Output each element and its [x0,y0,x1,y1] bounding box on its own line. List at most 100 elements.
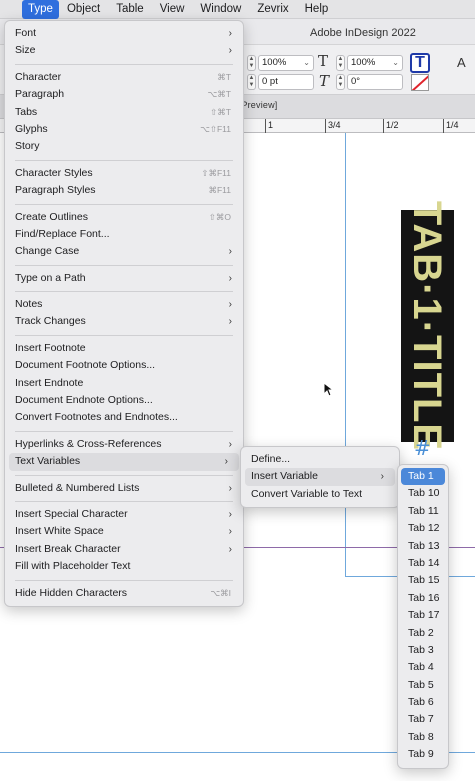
menu-item-label: Paragraph Styles [15,184,96,197]
menu-item-label: Font [15,27,37,39]
menubar-help[interactable]: Help [297,0,337,19]
menubar-window[interactable]: Window [192,0,249,19]
menu-item-glyphs[interactable]: Glyphs ⌥⇧F11 [5,121,243,138]
menu-item-label: Document Footnote Options... [15,359,156,372]
baseline-shift-field[interactable]: 0 pt [258,74,314,90]
column-guide [345,133,346,577]
menu-item-label: Convert Footnotes and Endnotes... [15,411,178,424]
menu-item-document-endnote-options[interactable]: Document Endnote Options... [5,392,243,409]
menu-separator [15,159,233,161]
menu-item-create-outlines[interactable]: Create Outlines ⇧⌘O [5,209,243,226]
menu-item-insert-white-space[interactable]: Insert White Space › [5,523,243,540]
variable-item-tab-5[interactable]: Tab 5 [398,677,448,694]
menu-item-notes[interactable]: Notes › [5,296,243,313]
fill-text-button[interactable]: T [410,53,430,73]
menu-item-label: Track Changes [15,315,86,328]
variable-item-tab-1[interactable]: Tab 1 [401,468,445,486]
menu-item-convert-footnotes-and-endnotes[interactable]: Convert Footnotes and Endnotes... [5,409,243,426]
menu-separator [15,334,233,336]
menu-item-label: Define... [251,453,291,465]
horizontal-scale-field[interactable]: 100% ⌄ [258,55,314,71]
menu-item-insert-endnote[interactable]: Insert Endnote [5,375,243,392]
menu-item-find-replace-font[interactable]: Find/Replace Font... [5,226,243,243]
skew-stepper[interactable]: ▲ ▼ [336,74,345,90]
apple-menu-icon[interactable] [0,0,16,19]
scale-y-stepper[interactable]: ▲ ▼ [336,55,345,71]
shortcut-hint: ⇧⌘F11 [201,167,231,178]
menu-item-character-styles[interactable]: Character Styles ⇧⌘F11 [5,165,243,182]
menubar-object[interactable]: Object [59,0,108,19]
menu-item-fill-with-placeholder-text[interactable]: Fill with Placeholder Text [5,558,243,575]
menu-item-character[interactable]: Character ⌘T [5,69,243,86]
ruler-label: 1 [268,120,274,130]
menu-item-text-variables[interactable]: Text Variables › [9,453,239,471]
menu-item-bulleted-numbered-lists[interactable]: Bulleted & Numbered Lists › [5,480,243,497]
variable-item-tab-3[interactable]: Tab 3 [398,642,448,659]
stroke-none-swatch[interactable] [411,74,429,91]
text-variables-submenu: Define... Insert Variable › Convert Variabl… [240,446,400,509]
variable-item-tab-4[interactable]: Tab 4 [398,659,448,676]
skew-field[interactable]: 0° [347,74,403,90]
shortcut-hint: ⌘T [217,71,231,82]
variable-item-tab-15[interactable]: Tab 15 [398,572,448,589]
menu-item-hyperlinks-cross-references[interactable]: Hyperlinks & Cross-References › [5,436,243,453]
submenu-arrow-icon: › [228,543,232,555]
menu-item-convert-variable-to-text[interactable]: Convert Variable to Text [241,486,399,503]
variable-item-tab-13[interactable]: Tab 13 [398,538,448,555]
menubar-view[interactable]: View [152,0,193,19]
shortcut-hint: ⌥⇧F11 [200,123,231,134]
variable-item-tab-11[interactable]: Tab 11 [398,503,448,520]
menu-item-label: Size [15,44,36,57]
shortcut-hint: ⇧⌘O [208,211,231,222]
vertical-scale-field[interactable]: 100% ⌄ [347,55,403,71]
menu-separator [15,203,233,205]
menu-item-type-on-a-path[interactable]: Type on a Path › [5,270,243,287]
menu-item-label: Create Outlines [15,210,88,223]
vertical-scale-icon: T [318,52,329,70]
variable-item-tab-6[interactable]: Tab 6 [398,694,448,711]
menu-item-paragraph[interactable]: Paragraph ⌥⌘T [5,86,243,103]
baseline-stepper[interactable]: ▲ ▼ [247,74,256,90]
menu-item-label: Character [15,70,62,83]
menu-item-label: Change Case [15,245,80,258]
menu-item-label: Glyphs [15,122,48,135]
menu-item-insert-variable[interactable]: Insert Variable › [245,468,395,486]
menu-item-label: Tabs [15,105,38,118]
ruler-label: 1/2 [386,120,399,130]
menu-item-hide-hidden-characters[interactable]: Hide Hidden Characters ⌥⌘I [5,585,243,602]
menu-item-size[interactable]: Size › [5,42,243,59]
menu-item-label: Insert Special Character [15,507,128,520]
menu-item-insert-break-character[interactable]: Insert Break Character › [5,541,243,558]
menu-item-insert-special-character[interactable]: Insert Special Character › [5,506,243,523]
variable-item-tab-2[interactable]: Tab 2 [398,625,448,642]
menu-item-label: Insert Break Character [15,542,121,555]
menubar-table[interactable]: Table [108,0,152,19]
menu-item-document-footnote-options[interactable]: Document Footnote Options... [5,357,243,374]
submenu-arrow-icon: › [228,316,232,328]
menu-separator [15,63,233,65]
menu-item-change-case[interactable]: Change Case › [5,243,243,260]
menu-item-tabs[interactable]: Tabs ⇧⌘T [5,104,243,121]
menubar-type[interactable]: Type [22,0,59,19]
variable-item-tab-14[interactable]: Tab 14 [398,555,448,572]
menu-item-define[interactable]: Define... [241,451,399,468]
submenu-arrow-icon: › [380,471,384,483]
variable-item-tab-17[interactable]: Tab 17 [398,607,448,624]
menu-item-track-changes[interactable]: Track Changes › [5,313,243,330]
menu-bar: Type Object Table View Window Zevrix Help [0,0,475,19]
variable-item-tab-8[interactable]: Tab 8 [398,729,448,746]
variable-item-tab-9[interactable]: Tab 9 [398,746,448,763]
shortcut-hint: ⌘F11 [208,185,231,196]
menu-item-insert-footnote[interactable]: Insert Footnote [5,340,243,357]
variable-item-tab-12[interactable]: Tab 12 [398,520,448,537]
menu-item-story[interactable]: Story [5,138,243,155]
menu-item-font[interactable]: Font › [5,25,243,42]
menu-item-paragraph-styles[interactable]: Paragraph Styles ⌘F11 [5,182,243,199]
menubar-zevrix[interactable]: Zevrix [249,0,296,19]
variable-item-tab-16[interactable]: Tab 16 [398,590,448,607]
variable-item-tab-10[interactable]: Tab 10 [398,485,448,502]
variable-item-tab-7[interactable]: Tab 7 [398,711,448,728]
scale-x-stepper[interactable]: ▲ ▼ [247,55,256,71]
submenu-arrow-icon: › [228,272,232,284]
menu-item-label: Bulleted & Numbered Lists [15,481,140,494]
